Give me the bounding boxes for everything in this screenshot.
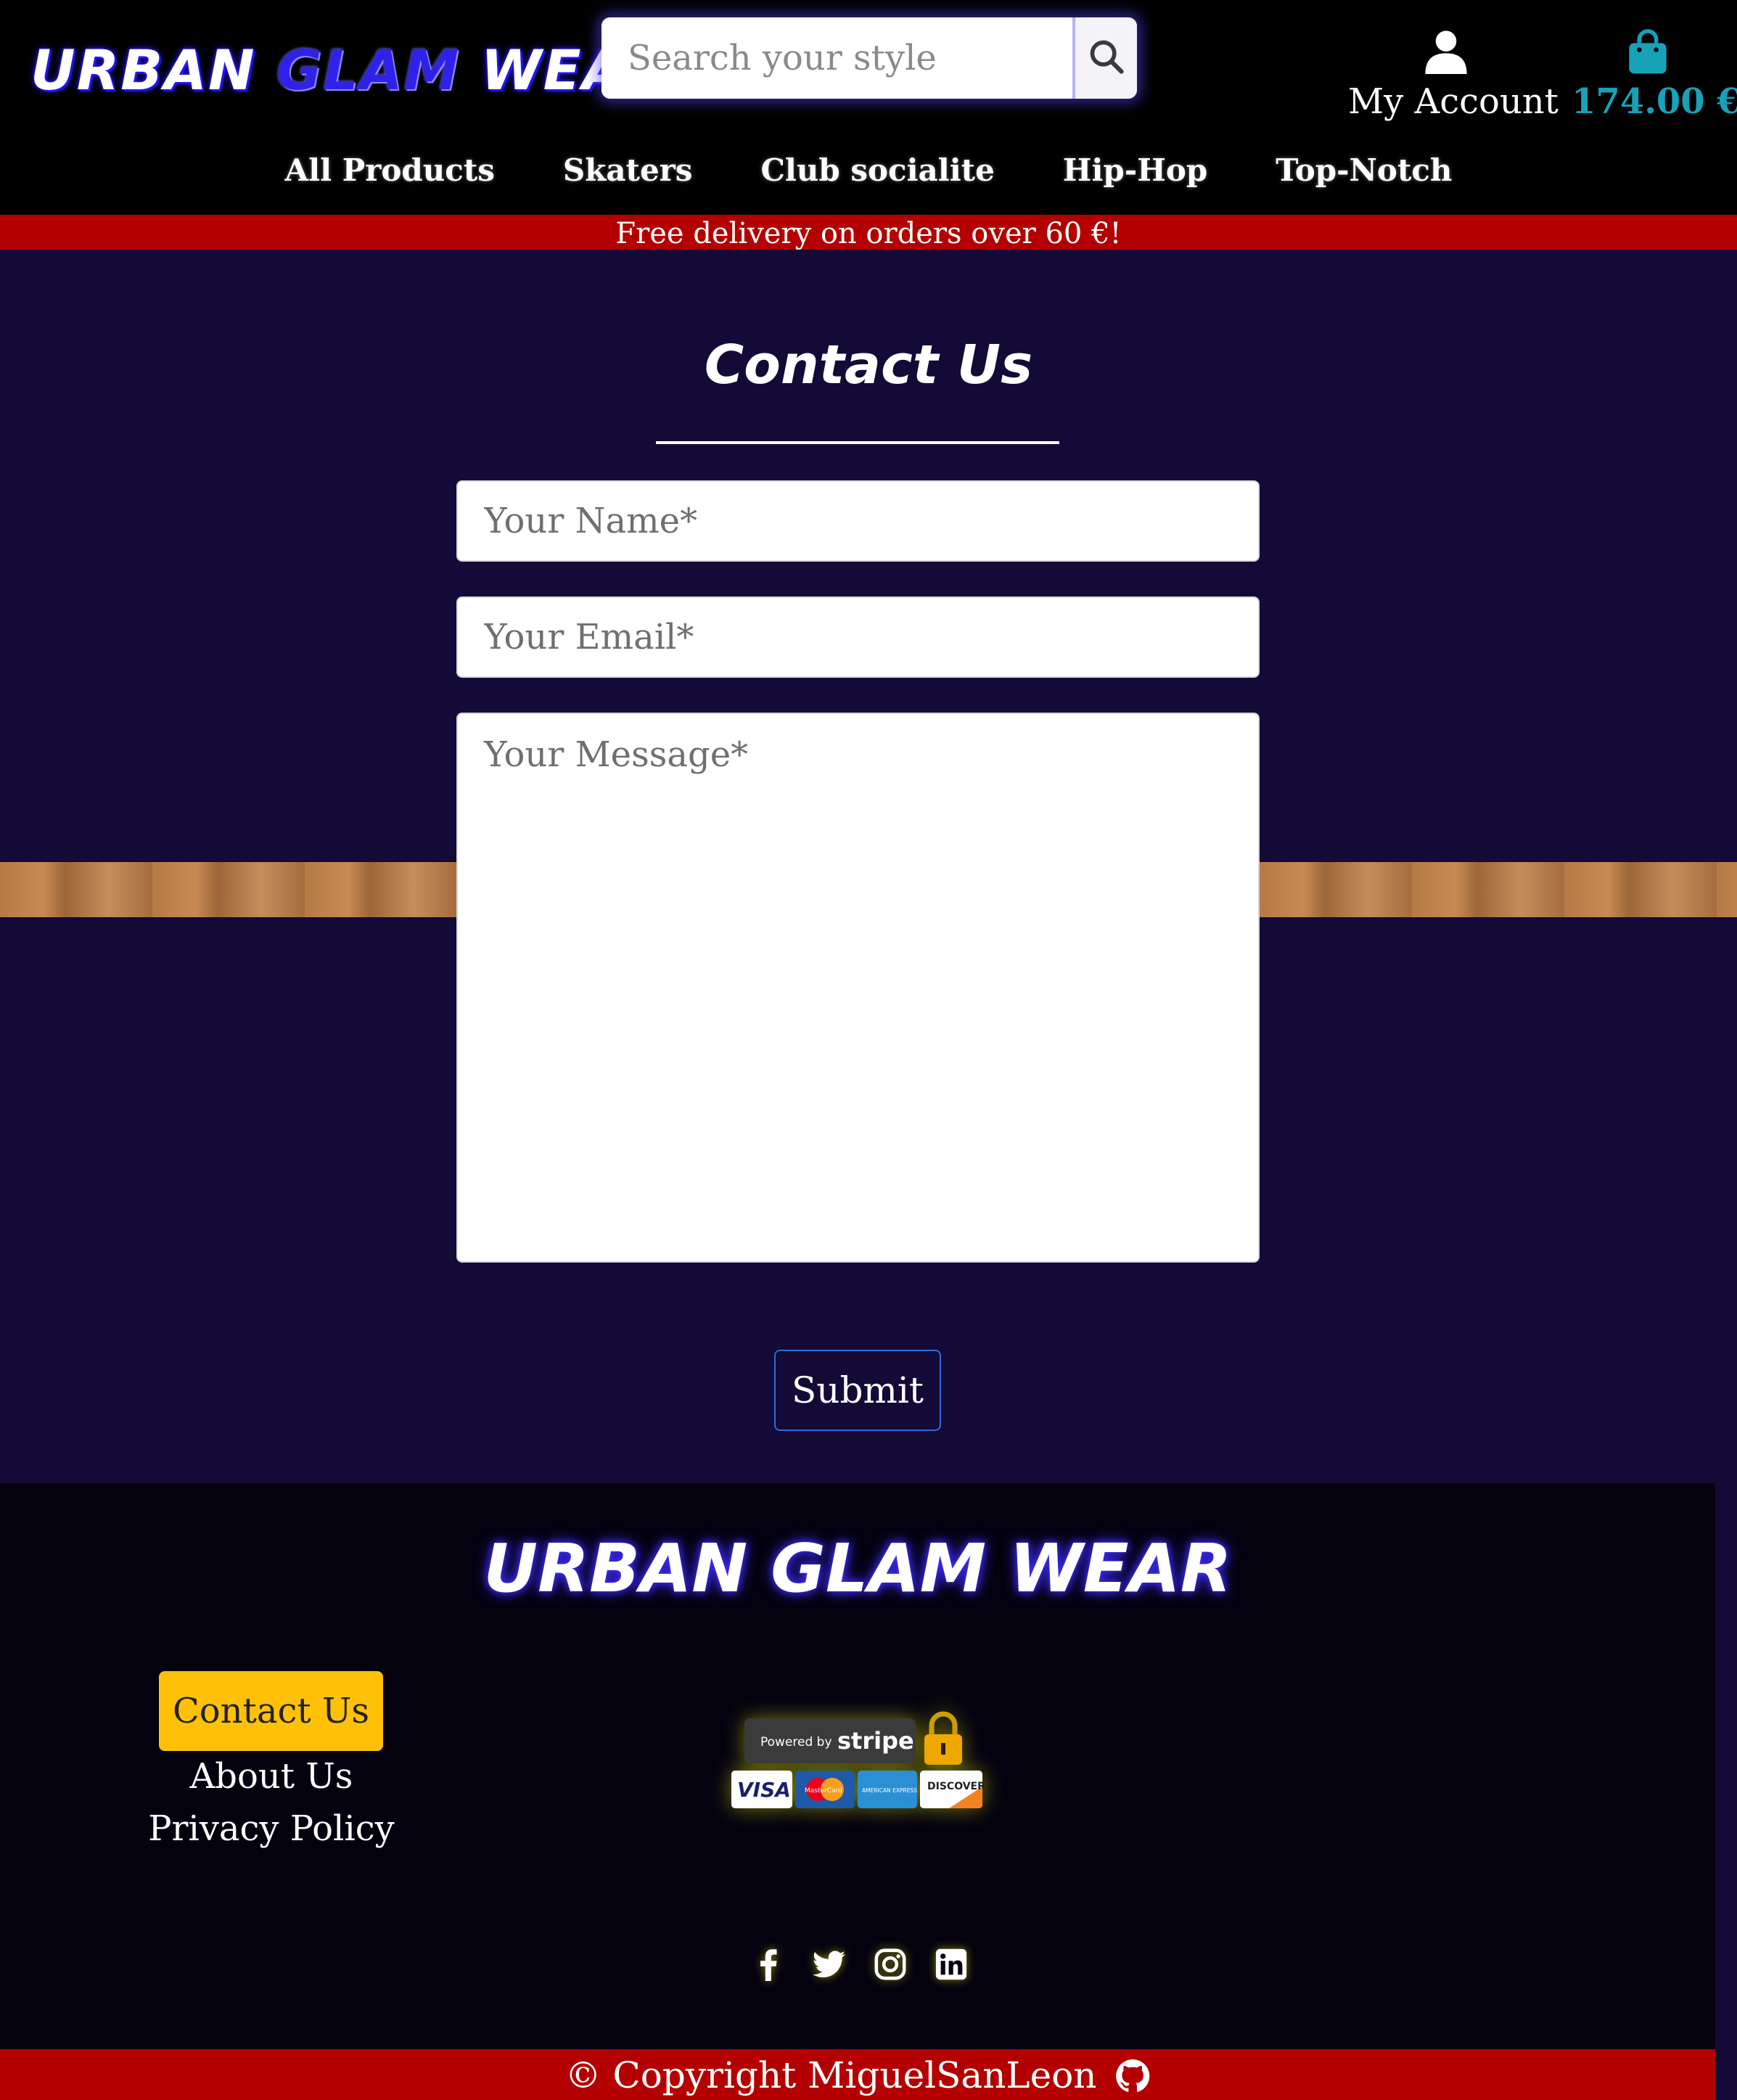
svg-text:MasterCard: MasterCard (805, 1787, 842, 1795)
title-divider (656, 441, 1059, 444)
my-account-link[interactable]: My Account (1348, 29, 1559, 122)
nav-skaters[interactable]: Skaters (563, 152, 693, 188)
submit-button[interactable]: Submit (774, 1350, 941, 1431)
nav-club-socialite[interactable]: Club socialite (760, 152, 994, 188)
name-field[interactable] (458, 482, 1258, 560)
email-field[interactable] (458, 598, 1258, 676)
logo-text-glam: GLAM (276, 38, 461, 102)
card-mastercard-icon: MasterCard (795, 1771, 855, 1808)
card-discover-icon: DISCOVER (920, 1771, 985, 1808)
name-field-wrapper (456, 480, 1260, 562)
stripe-payment-badge: Powered by stripe VISA MasterCard AMERIC… (731, 1705, 985, 1814)
svg-text:AMERICAN EXPRESS: AMERICAN EXPRESS (862, 1787, 917, 1794)
twitter-icon[interactable] (813, 1948, 846, 1981)
message-field[interactable] (458, 714, 1258, 1261)
main-nav: All Products Skaters Club socialite Hip-… (0, 152, 1737, 188)
social-links (752, 1948, 968, 1981)
instagram-icon[interactable] (874, 1948, 907, 1981)
search-input[interactable] (601, 17, 1072, 99)
cart-link[interactable]: 174.00 € (1572, 29, 1737, 122)
svg-text:VISA: VISA (737, 1778, 791, 1802)
email-field-wrapper (456, 596, 1260, 678)
padlock-icon (924, 1711, 962, 1765)
footer-about-link[interactable]: About Us (109, 1756, 434, 1797)
delivery-banner: Free delivery on orders over 60 €! (0, 215, 1737, 250)
github-icon[interactable] (1108, 2054, 1150, 2096)
brick-strip-left (0, 862, 457, 917)
site-logo[interactable]: URBAN GLAM WEAR (30, 38, 670, 102)
card-amex-icon: AMERICAN EXPRESS (858, 1771, 917, 1808)
user-icon (1425, 30, 1467, 77)
footer-contact-button[interactable]: Contact Us (159, 1671, 383, 1751)
logo-text-urban: URBAN (30, 38, 277, 102)
my-account-label: My Account (1348, 81, 1559, 122)
brick-strip-right (1260, 862, 1737, 917)
stripe-powered-by-text: Powered by (760, 1735, 832, 1750)
search-bar (601, 17, 1137, 99)
nav-hip-hop[interactable]: Hip-Hop (1063, 152, 1208, 188)
message-field-wrapper (456, 713, 1260, 1263)
site-header: URBAN GLAM WEAR My Account 174.00 € All … (0, 0, 1737, 215)
copyright-bar: © Copyright MiguelSanLeon (0, 2049, 1715, 2100)
copyright-text: © Copyright MiguelSanLeon (564, 2054, 1097, 2096)
card-visa-icon: VISA (731, 1771, 792, 1808)
facebook-icon[interactable] (752, 1948, 785, 1981)
search-icon (1088, 38, 1125, 78)
footer-privacy-link[interactable]: Privacy Policy (109, 1808, 434, 1849)
footer-logo[interactable]: URBAN GLAM WEAR (0, 1530, 1715, 1607)
page-edge (1715, 1483, 1737, 2100)
search-button[interactable] (1072, 17, 1137, 99)
nav-all-products[interactable]: All Products (285, 152, 495, 188)
cart-total: 174.00 € (1572, 81, 1737, 122)
nav-top-notch[interactable]: Top-Notch (1276, 152, 1452, 188)
stripe-brand-text: stripe (837, 1727, 914, 1755)
page-title: Contact Us (704, 334, 1033, 396)
svg-text:DISCOVER: DISCOVER (927, 1781, 984, 1792)
linkedin-icon[interactable] (935, 1948, 968, 1981)
shopping-bag-icon (1627, 29, 1668, 77)
